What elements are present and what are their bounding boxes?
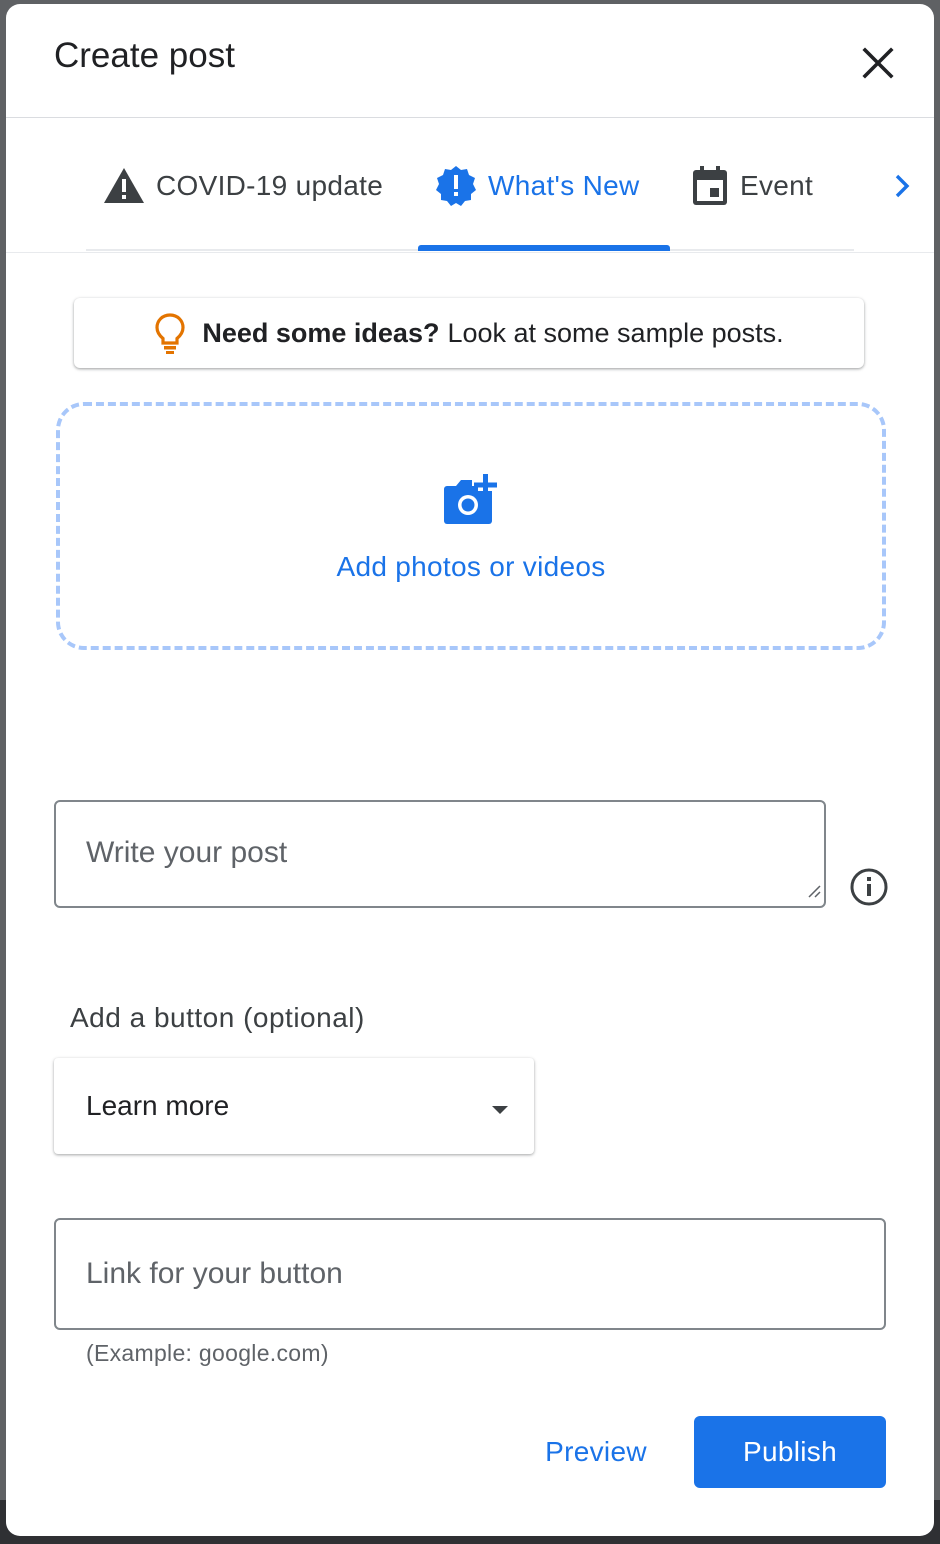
caret-down-icon [490, 1102, 510, 1120]
post-textarea[interactable] [56, 802, 824, 906]
chevron-right-icon [895, 174, 910, 198]
add-media-dropzone[interactable]: Add photos or videos [56, 402, 886, 650]
preview-button[interactable]: Preview [526, 1416, 666, 1488]
post-type-tabs: COVID-19 update What's New Event [6, 118, 934, 253]
lightbulb-icon [154, 312, 186, 354]
tab-whats-new[interactable]: What's New [434, 162, 640, 210]
sample-posts-banner[interactable]: Need some ideas? Look at some sample pos… [74, 298, 864, 368]
ideas-text: Look at some sample posts. [447, 317, 784, 348]
dialog-header: Create post [6, 4, 934, 118]
tab-covid-update[interactable]: COVID-19 update [102, 162, 383, 210]
dialog-title: Create post [54, 36, 235, 75]
close-button[interactable] [855, 40, 901, 86]
post-text-field[interactable] [54, 800, 826, 908]
tab-event[interactable]: Event [690, 162, 813, 210]
button-type-selected: Learn more [86, 1090, 230, 1121]
create-post-dialog: Create post COVID-19 update What's New E… [6, 4, 934, 1536]
link-helper-text: (Example: google.com) [86, 1340, 329, 1366]
active-tab-indicator [418, 245, 670, 251]
close-icon [862, 47, 894, 79]
button-link-field[interactable] [54, 1218, 886, 1330]
calendar-icon [690, 165, 730, 207]
button-type-select[interactable]: Learn more [54, 1058, 534, 1154]
add-media-label: Add photos or videos [336, 551, 606, 582]
warning-icon [102, 166, 146, 206]
ideas-bold-text: Need some ideas? [202, 317, 440, 348]
button-section-label: Add a button (optional) [70, 1002, 365, 1033]
tab-event-label: Event [740, 170, 814, 201]
add-photo-icon [442, 472, 502, 533]
tab-covid-update-label: COVID-19 update [156, 170, 384, 201]
new-releases-icon [434, 164, 478, 208]
tab-whats-new-label: What's New [488, 170, 640, 201]
publish-button[interactable]: Publish [694, 1416, 886, 1488]
resize-handle-icon[interactable] [806, 883, 822, 904]
post-info-button[interactable] [849, 867, 889, 907]
info-icon [850, 868, 888, 906]
button-link-input[interactable] [56, 1220, 884, 1328]
tabs-next-button[interactable] [886, 170, 918, 202]
